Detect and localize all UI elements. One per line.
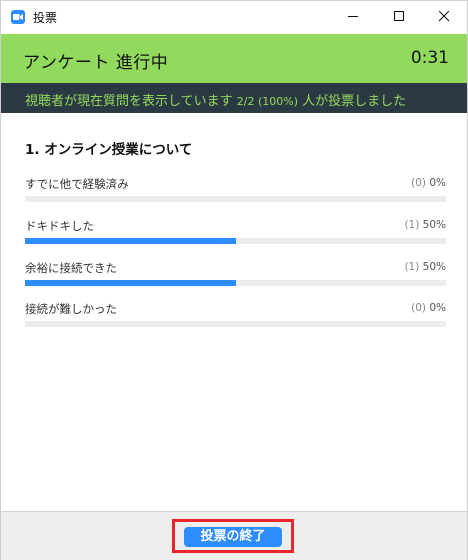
close-button[interactable] <box>421 1 467 33</box>
window-title: 投票 <box>33 11 58 25</box>
option-label: 余裕に接続できた <box>25 261 117 275</box>
participation-status-bar: 視聴者が現在質問を表示しています 2/2 (100%) 人が投票しました <box>1 83 467 113</box>
result-bar-fill <box>25 238 236 244</box>
status-suffix: 人が投票しました <box>302 94 407 109</box>
option-result: (0) 0% <box>411 302 446 314</box>
participation-status: 視聴者が現在質問を表示しています 2/2 (100%) 人が投票しました <box>25 90 406 109</box>
poll-option: すでに他で経験済み (0) 0% <box>25 176 446 206</box>
option-result: (0) 0% <box>411 177 446 189</box>
title-bar: 投票 <box>1 1 467 33</box>
option-label: 接続が難しかった <box>25 302 117 316</box>
option-count: (0) <box>411 302 426 314</box>
option-percent: 50% <box>422 219 446 231</box>
option-percent: 0% <box>429 177 446 189</box>
option-result: (1) 50% <box>404 219 446 231</box>
option-label: ドキドキした <box>25 219 94 233</box>
maximize-button[interactable] <box>376 1 422 33</box>
minimize-icon <box>348 16 358 17</box>
poll-timer: 0:31 <box>410 48 449 68</box>
poll-status-title: アンケート 進行中 <box>23 53 169 73</box>
end-poll-button[interactable]: 投票の終了 <box>184 527 282 547</box>
result-bar-track <box>25 321 446 327</box>
option-count: (0) <box>411 177 426 189</box>
result-bar-track <box>25 280 446 286</box>
poll-question: 1. オンライン授業について <box>25 142 193 158</box>
option-result: (1) 50% <box>404 261 446 273</box>
option-percent: 0% <box>429 302 446 314</box>
result-bar-fill <box>25 280 236 286</box>
option-count: (1) <box>404 219 420 231</box>
result-bar-track <box>25 196 446 202</box>
poll-option: 余裕に接続できた (1) 50% <box>25 260 446 290</box>
poll-window: 投票 アンケート 進行中 0:31 視聴者が現在質問を表示しています 2/2 (… <box>0 0 468 560</box>
close-icon <box>439 11 450 22</box>
minimize-button[interactable] <box>330 1 376 33</box>
vote-count: 2/2 (100%) <box>236 95 298 108</box>
status-prefix: 視聴者が現在質問を表示しています <box>25 94 233 109</box>
poll-footer: 投票の終了 <box>1 511 467 560</box>
poll-header: アンケート 進行中 0:31 <box>1 34 467 83</box>
option-count: (1) <box>404 261 420 273</box>
maximize-icon <box>394 11 404 21</box>
zoom-app-icon <box>11 10 25 24</box>
highlight-box: 投票の終了 <box>172 519 294 553</box>
poll-option: ドキドキした (1) 50% <box>25 218 446 248</box>
poll-results: 1. オンライン授業について すでに他で経験済み (0) 0% ドキドキした (… <box>1 113 467 511</box>
result-bar-track <box>25 238 446 244</box>
option-percent: 50% <box>422 261 446 273</box>
poll-option: 接続が難しかった (0) 0% <box>25 301 446 331</box>
option-label: すでに他で経験済み <box>25 177 129 191</box>
